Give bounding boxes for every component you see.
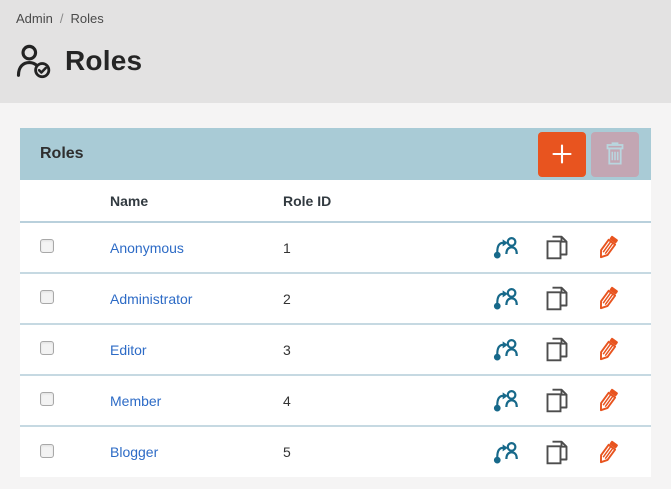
user-check-icon — [16, 43, 54, 79]
trash-icon — [603, 141, 627, 167]
table-row: Blogger 5 — [20, 426, 651, 477]
copy-icon[interactable] — [544, 387, 570, 414]
breadcrumb-current: Roles — [70, 11, 103, 26]
copy-icon[interactable] — [544, 439, 570, 466]
table-row: Administrator 2 — [20, 273, 651, 324]
edit-pencil-icon[interactable] — [595, 439, 621, 466]
table-row: Editor 3 — [20, 324, 651, 375]
role-name-link[interactable]: Anonymous — [110, 240, 184, 256]
edit-pencil-icon[interactable] — [595, 285, 621, 312]
assign-users-icon[interactable] — [493, 285, 519, 312]
role-id-value: 4 — [283, 375, 450, 426]
table-row: Member 4 — [20, 375, 651, 426]
edit-pencil-icon[interactable] — [595, 387, 621, 414]
column-header-name: Name — [110, 180, 283, 222]
role-id-value: 5 — [283, 426, 450, 477]
role-id-value: 2 — [283, 273, 450, 324]
panel-title: Roles — [40, 145, 84, 163]
row-checkbox[interactable] — [40, 341, 54, 355]
edit-pencil-icon[interactable] — [595, 234, 621, 261]
row-checkbox[interactable] — [40, 290, 54, 304]
role-name-link[interactable]: Member — [110, 393, 161, 409]
row-checkbox[interactable] — [40, 239, 54, 253]
roles-table: Name Role ID Anonymous 1 — [20, 180, 651, 477]
column-header-select — [20, 180, 110, 222]
page-title: Roles — [65, 45, 142, 77]
breadcrumb-separator: / — [60, 11, 64, 26]
add-role-button[interactable] — [538, 132, 586, 177]
breadcrumb-admin-link[interactable]: Admin — [16, 11, 53, 26]
role-id-value: 3 — [283, 324, 450, 375]
role-name-link[interactable]: Editor — [110, 342, 147, 358]
column-header-roleid: Role ID — [283, 180, 450, 222]
page-header: Admin / Roles Roles — [0, 0, 671, 103]
copy-icon[interactable] — [544, 234, 570, 261]
table-header-row: Name Role ID — [20, 180, 651, 222]
role-id-value: 1 — [283, 222, 450, 273]
roles-panel: Roles — [20, 128, 651, 477]
assign-users-icon[interactable] — [493, 387, 519, 414]
copy-icon[interactable] — [544, 285, 570, 312]
row-checkbox[interactable] — [40, 392, 54, 406]
breadcrumb: Admin / Roles — [16, 11, 655, 26]
delete-roles-button[interactable] — [591, 132, 639, 177]
role-name-link[interactable]: Administrator — [110, 291, 192, 307]
copy-icon[interactable] — [544, 336, 570, 363]
assign-users-icon[interactable] — [493, 439, 519, 466]
plus-icon — [550, 142, 574, 166]
row-checkbox[interactable] — [40, 444, 54, 458]
assign-users-icon[interactable] — [493, 336, 519, 363]
edit-pencil-icon[interactable] — [595, 336, 621, 363]
role-name-link[interactable]: Blogger — [110, 444, 158, 460]
assign-users-icon[interactable] — [493, 234, 519, 261]
column-header-actions — [450, 180, 651, 222]
panel-header: Roles — [20, 128, 651, 180]
table-row: Anonymous 1 — [20, 222, 651, 273]
